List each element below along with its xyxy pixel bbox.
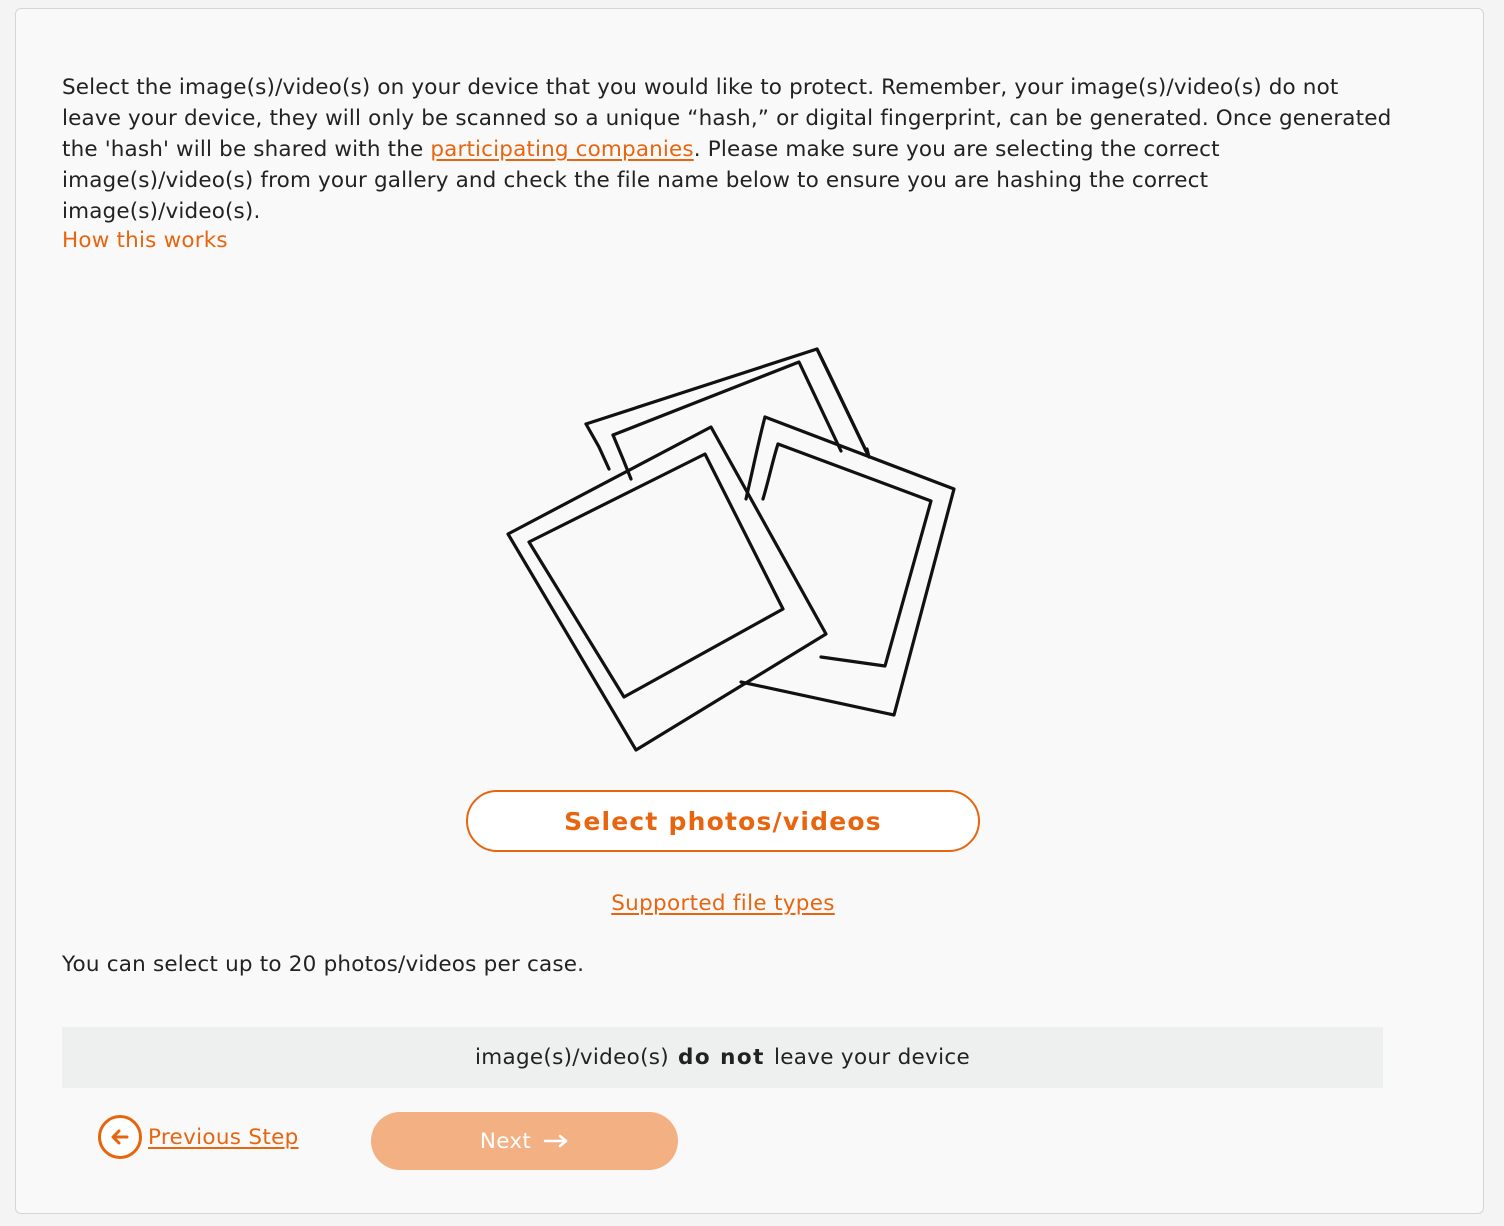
participating-companies-link[interactable]: participating companies xyxy=(430,137,693,162)
supported-file-types-row: Supported file types xyxy=(16,891,1430,916)
previous-step-button[interactable]: Previous Step xyxy=(98,1115,299,1159)
notice-emphasis: do not xyxy=(677,1045,765,1070)
upload-card: Select the image(s)/video(s) on your dev… xyxy=(15,8,1484,1214)
next-button[interactable]: Next xyxy=(371,1112,678,1170)
photos-stack-illustration xyxy=(506,347,956,752)
privacy-notice-banner: image(s)/video(s) do not leave your devi… xyxy=(62,1027,1383,1088)
how-this-works-link[interactable]: How this works xyxy=(62,228,228,253)
supported-file-types-link[interactable]: Supported file types xyxy=(611,891,835,916)
selection-limit-text: You can select up to 20 photos/videos pe… xyxy=(62,952,585,977)
notice-prefix: image(s)/video(s) xyxy=(474,1045,669,1070)
arrow-right-icon xyxy=(543,1134,568,1148)
notice-suffix: leave your device xyxy=(773,1045,971,1070)
arrow-left-circle-icon xyxy=(98,1115,142,1159)
select-photos-videos-button[interactable]: Select photos/videos xyxy=(466,790,980,852)
previous-step-label: Previous Step xyxy=(148,1124,299,1150)
next-button-label: Next xyxy=(479,1128,532,1154)
intro-paragraph: Select the image(s)/video(s) on your dev… xyxy=(62,72,1402,227)
